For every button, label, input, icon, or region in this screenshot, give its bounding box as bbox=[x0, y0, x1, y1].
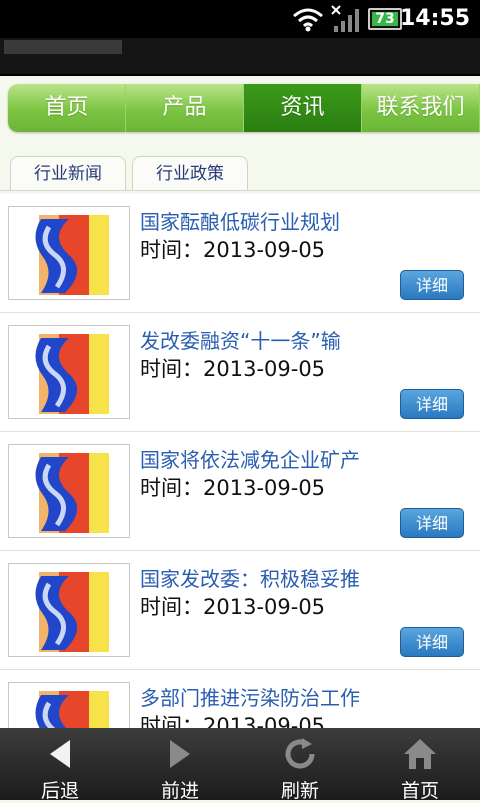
forward-label: 前进 bbox=[160, 780, 199, 802]
news-title[interactable]: 国家将依法减免企业矿产 bbox=[140, 444, 360, 473]
divider bbox=[0, 190, 480, 191]
back-label: 后退 bbox=[40, 780, 79, 802]
news-thumbnail bbox=[8, 325, 130, 419]
battery-icon: 73 bbox=[368, 8, 402, 30]
news-thumbnail bbox=[8, 563, 130, 657]
logo-image bbox=[35, 334, 109, 414]
news-time: 时间：2013-09-05 bbox=[140, 238, 326, 262]
news-list: 国家酝酿低碳行业规划 时间：2013-09-05 详细 发改委融资“十一条”输 … bbox=[0, 194, 480, 728]
refresh-icon bbox=[285, 738, 315, 769]
nav-tab-contact[interactable]: 联系我们 bbox=[362, 84, 480, 132]
back-button[interactable]: 后退 bbox=[0, 728, 120, 802]
loading-progress-bar bbox=[4, 40, 122, 54]
clock: 14:55 bbox=[399, 6, 470, 31]
forward-arrow-icon bbox=[170, 740, 190, 768]
news-title[interactable]: 发改委融资“十一条”输 bbox=[140, 325, 341, 354]
list-item[interactable]: 国家发改委：积极稳妥推 时间：2013-09-05 详细 bbox=[0, 551, 480, 670]
wifi-icon bbox=[293, 8, 323, 32]
home-label: 首页 bbox=[400, 780, 439, 802]
battery-level: 73 bbox=[375, 11, 395, 27]
logo-image bbox=[35, 691, 109, 728]
nav-tab-products[interactable]: 产品 bbox=[126, 84, 244, 132]
news-thumbnail bbox=[8, 682, 130, 728]
logo-image bbox=[35, 453, 109, 533]
refresh-label: 刷新 bbox=[280, 780, 319, 802]
main-nav: 首页 产品 资讯 联系我们 bbox=[8, 84, 480, 132]
logo-image bbox=[35, 215, 109, 295]
title-bar bbox=[0, 38, 480, 76]
back-arrow-icon bbox=[50, 740, 70, 768]
list-item[interactable]: 发改委融资“十一条”输 时间：2013-09-05 详细 bbox=[0, 313, 480, 432]
home-button[interactable]: 首页 bbox=[360, 728, 480, 802]
list-item[interactable]: 国家酝酿低碳行业规划 时间：2013-09-05 详细 bbox=[0, 194, 480, 313]
detail-button[interactable]: 详细 bbox=[400, 627, 464, 657]
subtab-industry-news[interactable]: 行业新闻 bbox=[10, 156, 126, 191]
signal-icon bbox=[331, 5, 359, 32]
nav-tab-news[interactable]: 资讯 bbox=[244, 84, 362, 132]
news-time: 时间：2013-09-05 bbox=[140, 595, 326, 619]
home-icon bbox=[404, 739, 436, 769]
list-item[interactable]: 多部门推进污染防治工作 时间：2013-09-05 详细 bbox=[0, 670, 480, 728]
news-thumbnail bbox=[8, 206, 130, 300]
nav-tab-home[interactable]: 首页 bbox=[8, 84, 126, 132]
status-bar: 73 14:55 bbox=[0, 0, 480, 38]
detail-button[interactable]: 详细 bbox=[400, 389, 464, 419]
news-title[interactable]: 国家酝酿低碳行业规划 bbox=[140, 206, 340, 235]
refresh-button[interactable]: 刷新 bbox=[240, 728, 360, 802]
forward-button[interactable]: 前进 bbox=[120, 728, 240, 802]
subtab-industry-policy[interactable]: 行业政策 bbox=[132, 156, 248, 191]
news-thumbnail bbox=[8, 444, 130, 538]
detail-button[interactable]: 详细 bbox=[400, 270, 464, 300]
news-title[interactable]: 多部门推进污染防治工作 bbox=[140, 682, 360, 711]
news-time: 时间：2013-09-05 bbox=[140, 476, 326, 500]
logo-image bbox=[35, 572, 109, 652]
news-time: 时间：2013-09-05 bbox=[140, 357, 326, 381]
detail-button[interactable]: 详细 bbox=[400, 508, 464, 538]
bottom-toolbar: 后退 前进 刷新 首页 bbox=[0, 728, 480, 802]
news-title[interactable]: 国家发改委：积极稳妥推 bbox=[140, 563, 360, 592]
news-time: 时间：2013-09-05 bbox=[140, 714, 326, 728]
list-item[interactable]: 国家将依法减免企业矿产 时间：2013-09-05 详细 bbox=[0, 432, 480, 551]
